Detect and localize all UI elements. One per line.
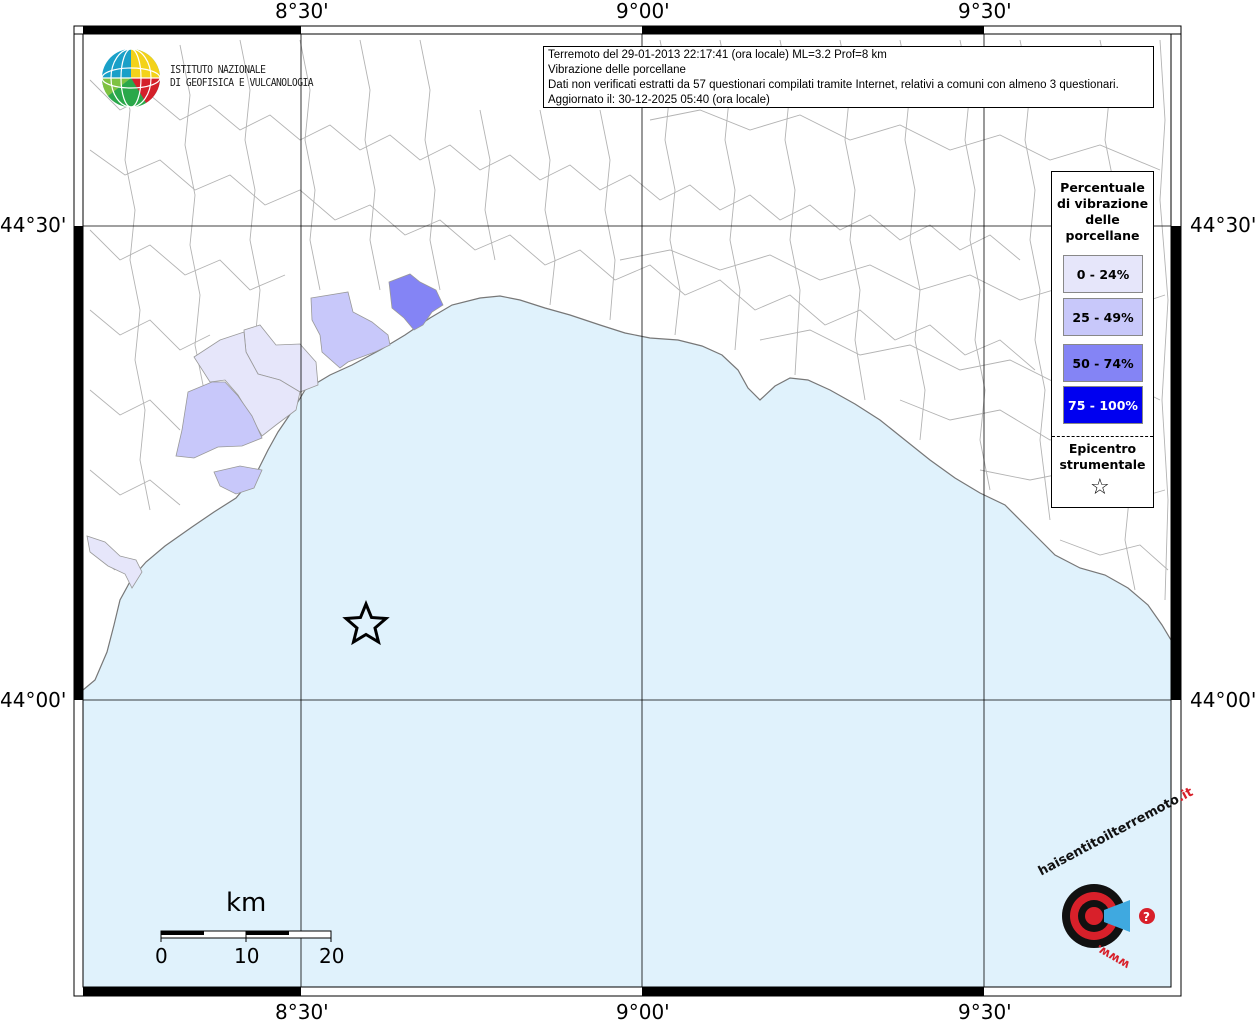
legend-title-line2: di vibrazione — [1056, 196, 1149, 211]
bottom-axis-label-2: 9°00' — [616, 1000, 670, 1024]
scale-tick-0: 0 — [155, 944, 168, 968]
ingv-logo-text: ISTITUTO NAZIONALE DI GEOFISICA E VULCAN… — [170, 63, 314, 89]
hsit-logo-www: www. — [1092, 941, 1133, 973]
scale-tick-10: 10 — [234, 944, 260, 968]
legend-class-75-100: 75 - 100% — [1063, 386, 1143, 424]
scale-tick-20: 20 — [319, 944, 345, 968]
event-info-line4: Aggiornato il: 30-12-2025 05:40 (ora loc… — [548, 94, 770, 106]
legend-epicenter-line2: strumentale — [1059, 457, 1146, 472]
legend-title-line3: delle — [1085, 212, 1120, 227]
right-axis-label-1: 44°30' — [1190, 213, 1255, 237]
right-axis-label-2: 44°00' — [1190, 688, 1255, 712]
legend-class-0-24: 0 - 24% — [1063, 255, 1143, 293]
legend-star-icon: ☆ — [1090, 475, 1110, 500]
ingv-logo-icon — [101, 48, 161, 108]
hsit-logo-text: haisentitoilterremoto.it www. — [1036, 785, 1196, 976]
ingv-logo-line2: DI GEOFISICA E VULCANOLOGIA — [170, 76, 314, 89]
bottom-axis-label-3: 9°30' — [958, 1000, 1012, 1024]
left-axis-label-2: 44°00' — [0, 688, 67, 712]
legend-class-50-74: 50 - 74% — [1063, 344, 1143, 382]
legend-epicenter-label: Epicentro strumentale — [1052, 441, 1153, 473]
legend-title-line4: porcellane — [1065, 228, 1140, 243]
event-info-line2: Vibrazione delle porcellane — [548, 64, 686, 76]
event-info-box: Terremoto del 29-01-2013 22:17:41 (ora l… — [543, 46, 1154, 108]
legend: Percentuale di vibrazione delle porcella… — [1051, 171, 1154, 508]
top-axis-label-3: 9°30' — [958, 0, 1012, 23]
legend-separator — [1052, 436, 1153, 437]
event-info-line1: Terremoto del 29-01-2013 22:17:41 (ora l… — [548, 49, 887, 61]
bottom-axis-label-1: 8°30' — [275, 1000, 329, 1024]
event-info-line3: Dati non verificati estratti da 57 quest… — [548, 79, 1119, 91]
top-axis-label-1: 8°30' — [275, 0, 329, 23]
legend-class-25-49: 25 - 49% — [1063, 298, 1143, 336]
left-axis-label-1: 44°30' — [0, 213, 67, 237]
scale-unit-label: km — [226, 888, 267, 918]
legend-title: Percentuale di vibrazione delle porcella… — [1052, 180, 1153, 244]
ingv-logo-line1: ISTITUTO NAZIONALE — [170, 63, 266, 76]
top-axis-label-2: 9°00' — [616, 0, 670, 23]
legend-title-line1: Percentuale — [1060, 180, 1145, 195]
legend-epicenter-line1: Epicentro — [1068, 441, 1137, 456]
